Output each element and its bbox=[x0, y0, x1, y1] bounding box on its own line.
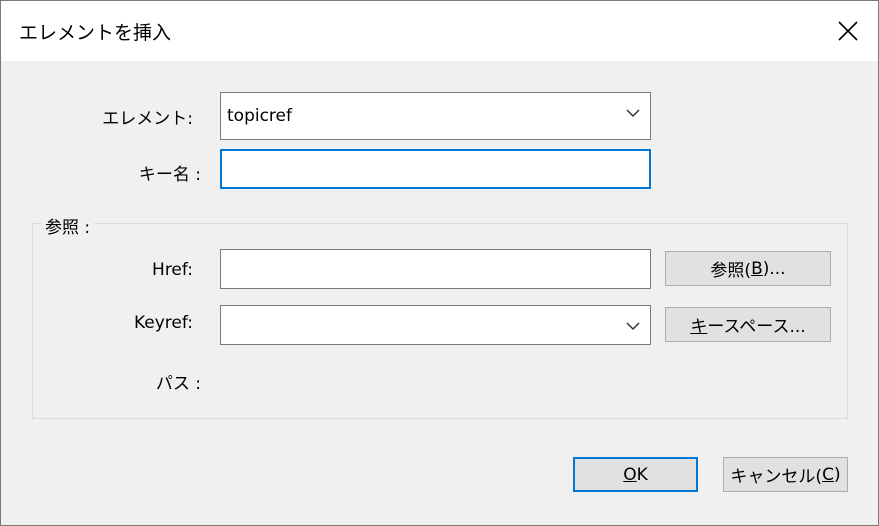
element-label: エレメント: bbox=[102, 109, 193, 129]
title-bar: エレメントを挿入 bbox=[1, 1, 878, 61]
dialog-title: エレメントを挿入 bbox=[19, 22, 172, 44]
href-label: Href: bbox=[152, 260, 193, 280]
element-combobox[interactable]: topicref bbox=[220, 92, 651, 140]
cancel-button-text-end: ) bbox=[833, 464, 841, 485]
keyref-combobox[interactable] bbox=[220, 305, 651, 345]
key-name-input[interactable] bbox=[220, 149, 651, 189]
browse-button-text: 参照( bbox=[710, 261, 752, 281]
reference-group-caption: 参照 : bbox=[41, 213, 95, 238]
insert-element-dialog: エレメントを挿入 エレメント: topicref キー名 : 参照 : Href… bbox=[0, 0, 879, 526]
cancel-button-text: キャンセル( bbox=[730, 467, 823, 487]
ok-button-text: K bbox=[636, 464, 648, 485]
key-name-label: キー名 : bbox=[138, 165, 201, 185]
key-space-button[interactable]: キースペース... bbox=[665, 307, 831, 342]
element-value: topicref bbox=[227, 106, 292, 126]
chevron-down-icon[interactable] bbox=[626, 321, 640, 331]
path-label: パス : bbox=[155, 374, 201, 394]
close-icon bbox=[838, 21, 858, 41]
browse-button-text-end: )... bbox=[762, 258, 786, 279]
browse-button[interactable]: 参照(B)... bbox=[665, 251, 831, 286]
key-space-button-text: ースペース... bbox=[707, 317, 806, 337]
browse-button-mnemonic: B bbox=[751, 258, 763, 279]
href-input[interactable] bbox=[220, 249, 651, 289]
close-button[interactable] bbox=[818, 1, 878, 61]
cancel-button-mnemonic: C bbox=[822, 464, 834, 485]
keyref-label: Keyref: bbox=[133, 313, 193, 333]
ok-button[interactable]: OK bbox=[573, 457, 698, 492]
chevron-down-icon[interactable] bbox=[626, 108, 640, 118]
ok-button-mnemonic: O bbox=[623, 464, 637, 485]
cancel-button[interactable]: キャンセル(C) bbox=[723, 457, 848, 492]
key-space-button-mnemonic: キ bbox=[690, 317, 708, 337]
